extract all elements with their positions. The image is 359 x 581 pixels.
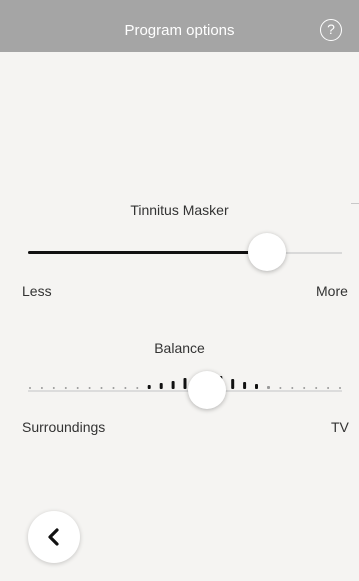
balance-title: Balance <box>154 340 205 356</box>
balance-tick <box>315 387 318 389</box>
balance-tick <box>159 383 163 389</box>
program-options-screen: Program options ? Tinnitus Masker Less M… <box>0 0 359 581</box>
balance-tick-marks <box>29 373 341 389</box>
back-button[interactable] <box>28 511 80 563</box>
balance-tick <box>112 387 115 389</box>
balance-tick <box>327 387 330 389</box>
balance-tick <box>147 385 151 389</box>
balance-tick <box>243 382 247 389</box>
balance-tick <box>171 381 175 389</box>
balance-tick <box>29 387 31 389</box>
header-bar: Program options ? <box>0 0 359 52</box>
page-title: Program options <box>124 22 235 39</box>
balance-max-label: TV <box>331 419 349 435</box>
balance-thumb[interactable] <box>187 371 226 409</box>
tinnitus-masker-min-label: Less <box>22 283 52 299</box>
balance-tick <box>124 387 127 389</box>
balance-min-label: Surroundings <box>22 419 106 435</box>
balance-tick <box>231 379 235 389</box>
question-circle-icon: ? <box>327 21 335 37</box>
balance-tick <box>88 387 91 389</box>
balance-tick <box>279 387 282 389</box>
balance-tick <box>339 387 341 389</box>
balance-tick <box>255 384 258 389</box>
help-button[interactable]: ? <box>320 19 342 41</box>
chevron-left-icon <box>48 528 59 546</box>
tinnitus-masker-track-fill <box>28 251 267 254</box>
balance-tick <box>183 378 187 389</box>
balance-tick <box>100 387 103 389</box>
tinnitus-masker-title: Tinnitus Masker <box>130 202 229 218</box>
tinnitus-masker-max-label: More <box>316 283 348 299</box>
balance-tick <box>76 387 79 389</box>
balance-tick <box>52 387 55 389</box>
tinnitus-masker-thumb[interactable] <box>247 233 286 271</box>
balance-tick <box>136 387 139 389</box>
balance-tick <box>291 387 294 389</box>
balance-tick <box>40 387 43 389</box>
balance-tick <box>303 387 306 389</box>
balance-tick <box>64 387 67 389</box>
balance-tick <box>267 386 270 389</box>
